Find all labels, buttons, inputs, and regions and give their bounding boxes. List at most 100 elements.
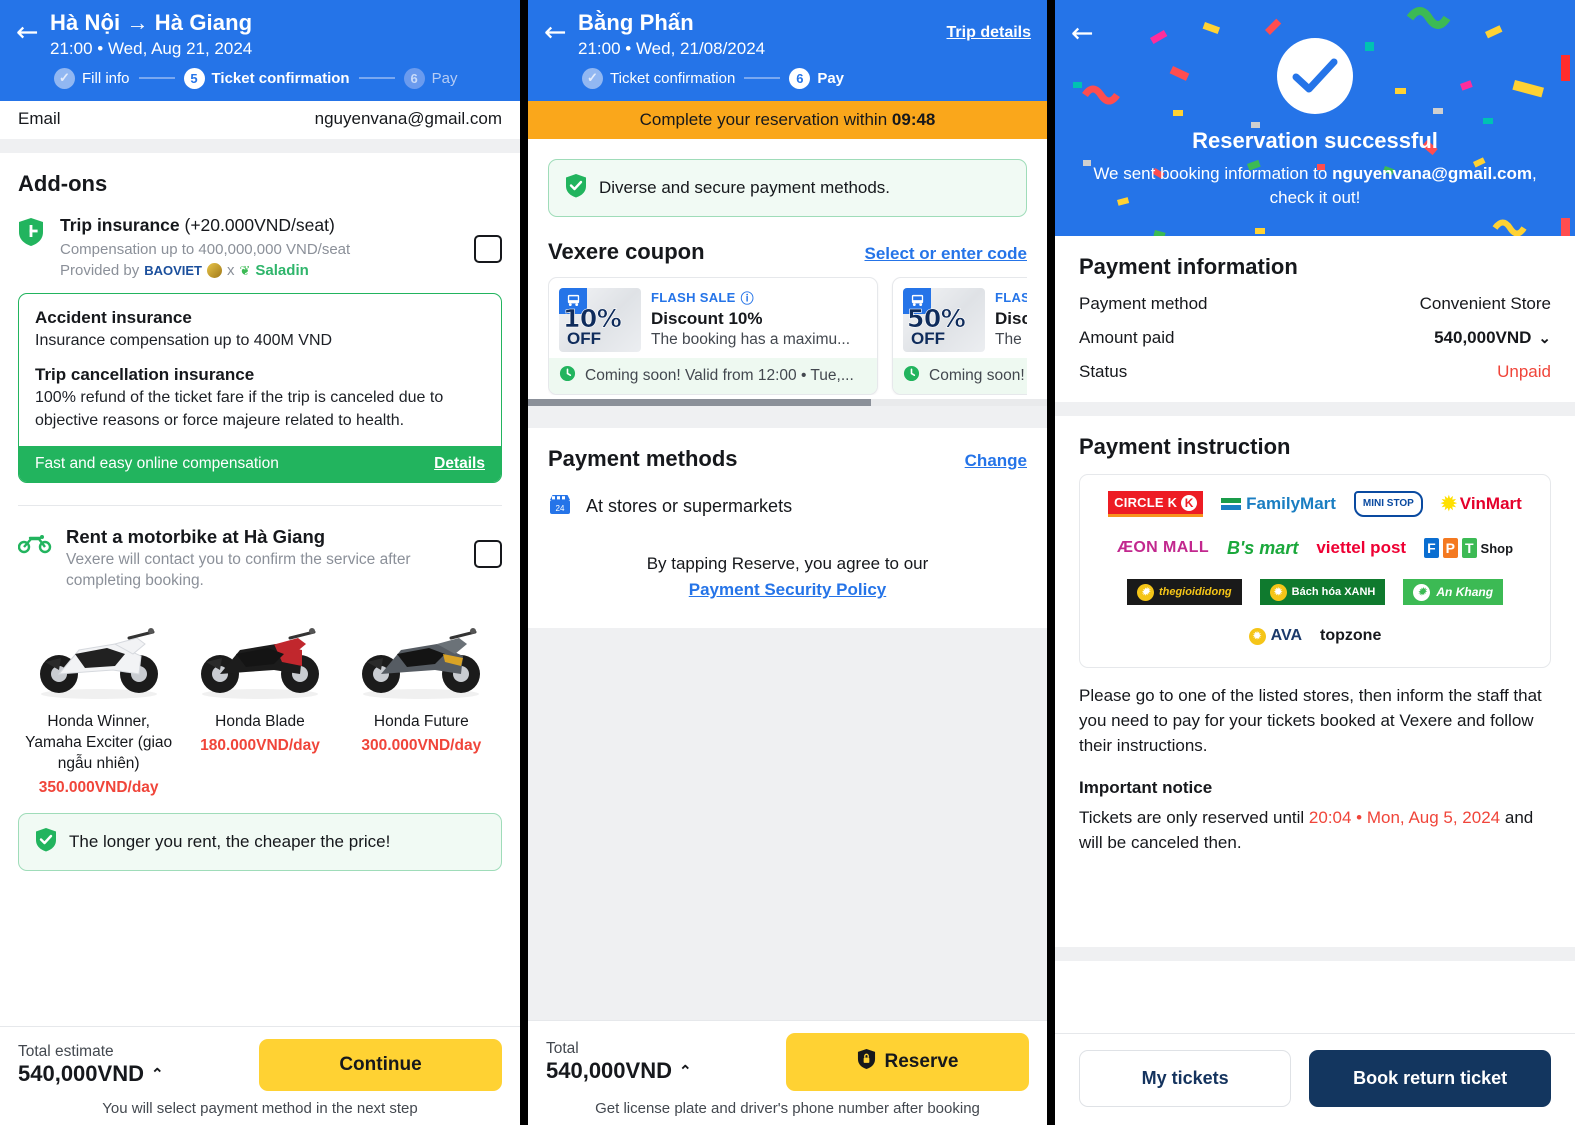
vinmart-star-icon: ✹	[1440, 493, 1457, 515]
coupon-flash-label: FLASH SALE	[995, 289, 1027, 305]
chevron-down-icon[interactable]: ⌄	[1538, 329, 1551, 347]
payment-methods-section: Payment methods Change 24 At stores or s…	[528, 427, 1047, 628]
coupon-flash-row: FLASH SALE ⓘ	[995, 288, 1027, 307]
page-title: Bằng Phấn	[578, 10, 694, 35]
motorbike-option[interactable]: Honda Winner, Yamaha Exciter (giao ngẫu …	[18, 606, 179, 797]
panel2-bottom-note: Get license plate and driver's phone num…	[595, 1100, 980, 1117]
motorbike-name: Honda Blade	[215, 713, 305, 731]
selected-payment-method[interactable]: 24 At stores or supermarkets	[548, 492, 1027, 521]
viettelpost-logo: viettel post	[1316, 538, 1407, 558]
notice-deadline: 20:04 • Mon, Aug 5, 2024	[1308, 808, 1501, 828]
aeonmall-logo: ÆON MALL	[1116, 539, 1210, 557]
trip-insurance-checkbox[interactable]	[474, 234, 502, 263]
step-fill-info[interactable]: ✓ Fill info	[54, 67, 130, 89]
coupon-carousel[interactable]: 10% OFF FLASH SALE ⓘ Discount 10% The bo…	[548, 276, 1027, 395]
step-label: Ticket confirmation	[610, 69, 736, 87]
book-return-ticket-button[interactable]: Book return ticket	[1309, 1049, 1551, 1107]
svg-text:24: 24	[556, 504, 565, 513]
motorbike-white-photo	[22, 606, 175, 706]
motorbike-red-photo	[183, 606, 336, 706]
step-badge: ✓	[54, 67, 75, 89]
trip-datetime: 21:00 • Wed, Aug 21, 2024	[50, 38, 253, 58]
select-enter-code-link[interactable]: Select or enter code	[864, 244, 1027, 264]
coupon-footer: Coming soon! Valid from 12:00 • Tue,...	[893, 357, 1027, 394]
step-label: Pay	[817, 69, 845, 87]
total-estimate-block[interactable]: Total estimate 540,000VND ⌃	[18, 1043, 164, 1087]
clock-icon	[559, 365, 576, 387]
amount-paid-value-row[interactable]: 540,000VND ⌄	[1434, 328, 1551, 348]
payment-security-policy-link[interactable]: Payment Security Policy	[548, 577, 1027, 603]
coupon-scrollbar[interactable]	[528, 398, 1047, 406]
motorbike-price: 180.000VND/day	[200, 737, 320, 755]
coupon-off-label: OFF	[911, 328, 945, 348]
step-ticket-confirmation[interactable]: ✓ Ticket confirmation	[582, 67, 736, 89]
amount-paid-value: 540,000VND	[1434, 328, 1532, 348]
clock-icon	[903, 365, 920, 387]
trip-insurance-title: Trip insurance (+20.000VND/seat)	[60, 215, 466, 236]
motorbike-icon	[17, 526, 66, 592]
coupon-flash-label: FLASH SALE	[651, 289, 736, 305]
motorbike-header[interactable]: Rent a motorbike at Hà Giang Vexere will…	[17, 526, 502, 592]
coupon-card[interactable]: 10% OFF FLASH SALE ⓘ Discount 10% The bo…	[548, 276, 878, 395]
success-message-prefix: We sent booking information to	[1093, 164, 1328, 183]
step-connector	[744, 77, 781, 80]
my-tickets-button[interactable]: My tickets	[1079, 1049, 1292, 1107]
progress-steps: ✓ Fill info 5 Ticket confirmation 6 Pay	[54, 67, 504, 89]
insurance-detail-card: Accident insurance Insurance compensatio…	[18, 293, 502, 484]
motorbike-option[interactable]: Honda Future 300.000VND/day	[341, 606, 502, 797]
back-arrow-icon[interactable]: ←	[16, 10, 50, 46]
chevron-up-icon[interactable]: ⌃	[679, 1062, 692, 1080]
amount-paid-label: Amount paid	[1079, 328, 1175, 348]
check-circle-icon	[1277, 38, 1353, 114]
trip-insurance-compensation: Compensation up to 400,000,000 VND/seat	[60, 240, 351, 258]
topzone-logo: topzone	[1320, 627, 1382, 645]
saladin-logo: Saladin	[255, 262, 309, 280]
continue-button[interactable]: Continue	[259, 1039, 502, 1091]
table-row: Status Unpaid	[1079, 362, 1551, 382]
motorbike-grey-photo	[345, 606, 498, 706]
bsmart-logo: B's mart	[1227, 537, 1299, 558]
insurance-footer-text: Fast and easy online compensation	[35, 455, 279, 473]
coupon-scrollbar-thumb[interactable]	[528, 398, 871, 406]
motorbike-checkbox[interactable]	[474, 540, 502, 569]
payment-instruction-title: Payment instruction	[1079, 434, 1291, 460]
step-pay[interactable]: 6 Pay	[403, 67, 457, 89]
status-label: Status	[1079, 362, 1128, 382]
motorbike-option[interactable]: Honda Blade 180.000VND/day	[179, 606, 340, 797]
insurance-details-link[interactable]: Details	[434, 455, 485, 473]
back-arrow-icon[interactable]: ←	[1071, 18, 1094, 49]
addons-section: Add-ons Trip insurance (+20.000VND/seat)…	[0, 152, 520, 889]
secure-payment-banner: Diverse and secure payment methods.	[548, 158, 1027, 217]
trip-insurance-row[interactable]: Trip insurance (+20.000VND/seat) Compens…	[18, 215, 502, 279]
important-notice-title: Important notice	[1079, 778, 1213, 798]
trip-insurance-name: Trip insurance	[60, 214, 180, 235]
chevron-up-icon[interactable]: ⌃	[151, 1065, 164, 1083]
step-ticket-confirmation[interactable]: 5 Ticket confirmation	[183, 67, 350, 89]
section-divider	[1055, 947, 1575, 962]
payment-information-section: Payment information Payment method Conve…	[1055, 236, 1575, 403]
back-arrow-icon[interactable]: ←	[544, 10, 578, 46]
store-logos-box: CIRCLE KK FamilyMart MINI STOP ✹ VinMart…	[1079, 474, 1551, 669]
accident-insurance-desc: Insurance compensation up to 400M VND	[35, 332, 333, 350]
total-label: Total	[546, 1040, 579, 1057]
shield-check-icon	[35, 827, 57, 857]
motorbike-options: Honda Winner, Yamaha Exciter (giao ngẫu …	[18, 606, 502, 797]
panel-divider	[520, 0, 528, 1125]
info-icon[interactable]: ⓘ	[741, 288, 754, 307]
coupon-card[interactable]: 50% OFF FLASH SALE ⓘ Discount 50% The bo…	[892, 276, 1027, 395]
coupon-name: Discount 50%	[995, 308, 1027, 328]
step-connector	[138, 77, 175, 80]
trip-details-link[interactable]: Trip details	[947, 10, 1031, 42]
table-row: Payment method Convenient Store	[1079, 294, 1551, 314]
thegioididong-logo-text: thegioididong	[1158, 586, 1232, 599]
total-block[interactable]: Total 540,000VND ⌃	[546, 1040, 692, 1084]
motorbike-subtitle: Vexere will contact you to confirm the s…	[66, 551, 411, 590]
insurance-providers: Provided by BAOVIET x ❦ Saladin	[60, 262, 466, 279]
change-payment-method-link[interactable]: Change	[965, 451, 1027, 471]
payment-method-label: Payment method	[1079, 294, 1208, 314]
reserve-button[interactable]: Reserve	[786, 1033, 1029, 1091]
panel2-header: ← Bằng Phấn 21:00 • Wed, 21/08/2024 Trip…	[528, 0, 1047, 101]
coupon-thumbnail: 50% OFF	[903, 287, 985, 352]
step-pay[interactable]: 6 Pay	[789, 67, 845, 89]
payment-instruction-section: Payment instruction CIRCLE KK FamilyMart…	[1055, 416, 1575, 876]
